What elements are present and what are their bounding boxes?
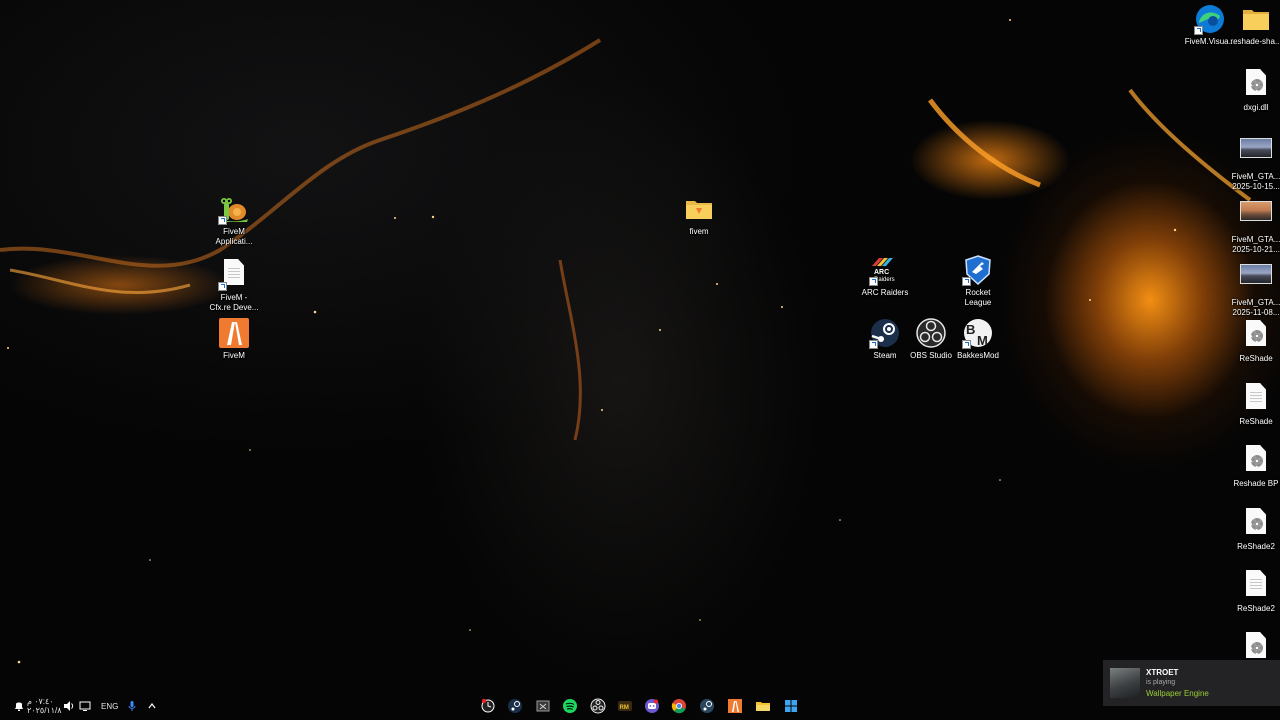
dll-file-icon — [1240, 69, 1272, 101]
folder-icon — [683, 193, 715, 225]
language-indicator[interactable]: ENG — [101, 702, 118, 711]
icon-label: ReShade — [1239, 417, 1273, 426]
obs-studio-icon — [915, 317, 947, 349]
fivem-logo-icon[interactable] — [726, 697, 744, 715]
wallpaper — [0, 19, 1252, 664]
discord-icon[interactable] — [643, 697, 661, 715]
chrome-icon[interactable] — [670, 697, 688, 715]
text-file-icon — [1240, 383, 1272, 415]
icon-label: FiveM Applicati... — [215, 227, 253, 246]
desktop-icon-fivem-folder[interactable]: fivem — [667, 193, 731, 237]
desktop-icon-reshade2-1[interactable]: ReShade2 — [1224, 505, 1280, 552]
document-icon — [218, 259, 250, 291]
windows-start-icon[interactable] — [782, 697, 800, 715]
settings-file-icon — [1240, 445, 1272, 477]
icon-label: ReShade — [1239, 354, 1273, 363]
desktop-icon-fivem[interactable]: FiveM — [202, 317, 266, 361]
friend-status: is playing — [1146, 679, 1176, 686]
chevron-up-icon[interactable] — [143, 697, 161, 715]
steam-icon — [869, 317, 901, 349]
file-explorer-icon[interactable] — [754, 697, 772, 715]
icon-label: BakkesMod — [957, 351, 999, 360]
icon-label: dxgi.dll — [1243, 103, 1269, 112]
desktop-icon-reshade-2[interactable]: ReShade — [1224, 380, 1280, 427]
icon-label: FiveM_GTA... 2025-10-15... — [1231, 172, 1280, 191]
desktop-icon-fivem-gta-1[interactable]: FiveM_GTA... 2025-10-15... — [1224, 131, 1280, 192]
desktop-icon-arc-raiders[interactable]: ARC Raiders ARC Raiders — [853, 254, 917, 298]
obs-studio-icon[interactable] — [589, 697, 607, 715]
svg-text:ARC: ARC — [874, 269, 889, 276]
clock-app-icon[interactable] — [479, 697, 497, 715]
shortcut-arrow-icon — [218, 282, 227, 291]
folder-icon — [1240, 3, 1272, 35]
desktop-icon-reshade2-2[interactable]: ReShade2 — [1224, 567, 1280, 614]
desktop-icon-fivem-application[interactable]: FiveM Applicati... — [202, 193, 266, 247]
clock-time[interactable]: ٠٧:٤٠ م — [27, 697, 54, 706]
steam-icon[interactable] — [506, 697, 524, 715]
shortcut-arrow-icon — [962, 340, 971, 349]
shortcut-arrow-icon — [869, 340, 878, 349]
network-icon[interactable] — [76, 697, 94, 715]
icon-label: reshade-sha... — [1230, 37, 1280, 46]
settings-file-icon — [1240, 508, 1272, 540]
icon-label: ReShade2 — [1237, 604, 1275, 613]
settings-file-icon — [1240, 320, 1272, 352]
desktop-icon-fivem-cfx[interactable]: FiveM - Cfx.re Deve... — [202, 256, 266, 313]
friend-name: XTROET — [1146, 668, 1179, 677]
fivem-logo-icon — [218, 317, 250, 349]
bakkesmod-icon: B M — [962, 317, 994, 349]
icon-label: FiveM_GTA... 2025-11-08... — [1231, 298, 1280, 317]
svg-text:RM: RM — [620, 705, 629, 711]
desktop-icon-reshade-sha[interactable]: reshade-sha... — [1224, 3, 1280, 47]
arc-raiders-icon: ARC Raiders — [869, 254, 901, 286]
desktop-icon-fivem-gta-3[interactable]: FiveM_GTA... 2025-11-08... — [1224, 257, 1280, 318]
image-thumbnail-icon — [1240, 138, 1272, 170]
shortcut-arrow-icon — [869, 277, 878, 286]
shortcut-arrow-icon — [1194, 26, 1203, 35]
edge-icon — [1194, 3, 1226, 35]
taskbar: ٠٧:٤٠ م ٢٠٢٥/١١/٨ ENG RM — [0, 692, 1280, 720]
desktop-icon-rocket-league[interactable]: Rocket League — [946, 254, 1010, 308]
snail-icon — [218, 193, 250, 225]
desktop-icon-dxgi-dll[interactable]: dxgi.dll — [1224, 66, 1280, 113]
notification-bell-icon[interactable] — [10, 697, 28, 715]
image-thumbnail-icon — [1240, 264, 1272, 296]
desktop-icon-fivem-gta-2[interactable]: FiveM_GTA... 2025-10-21... — [1224, 194, 1280, 255]
desktop-icon-reshade-bp[interactable]: Reshade BP — [1224, 442, 1280, 489]
game-app-icon[interactable]: RM — [616, 697, 634, 715]
svg-text:M: M — [977, 333, 988, 348]
image-thumbnail-icon — [1240, 201, 1272, 233]
svg-text:B: B — [966, 322, 975, 337]
icon-label: Reshade BP — [1233, 479, 1279, 488]
text-file-icon — [1240, 570, 1272, 602]
desktop-icon-reshade-1[interactable]: ReShade — [1224, 317, 1280, 364]
icon-label: FiveM_GTA... 2025-10-21... — [1231, 235, 1280, 254]
icon-label: ReShade2 — [1237, 542, 1275, 551]
shortcut-arrow-icon — [962, 277, 971, 286]
clock-date[interactable]: ٢٠٢٥/١١/٨ — [27, 706, 62, 715]
spotify-icon[interactable] — [561, 697, 579, 715]
shortcut-arrow-icon — [218, 216, 227, 225]
icon-label: ARC Raiders — [861, 288, 909, 297]
icon-label: FiveM - Cfx.re Deve... — [209, 293, 259, 312]
icon-label: fivem — [689, 227, 709, 236]
desktop-icon-bakkesmod[interactable]: B M BakkesMod — [946, 317, 1010, 361]
microphone-icon[interactable] — [123, 697, 141, 715]
icon-label: Rocket League — [964, 288, 992, 307]
rocket-league-icon — [962, 254, 994, 286]
icon-label: FiveM — [223, 351, 245, 360]
steam-icon[interactable] — [698, 697, 716, 715]
desktop[interactable]: FiveM Applicati... FiveM - Cfx.re Deve..… — [0, 0, 1280, 720]
xbox-icon[interactable] — [534, 697, 552, 715]
